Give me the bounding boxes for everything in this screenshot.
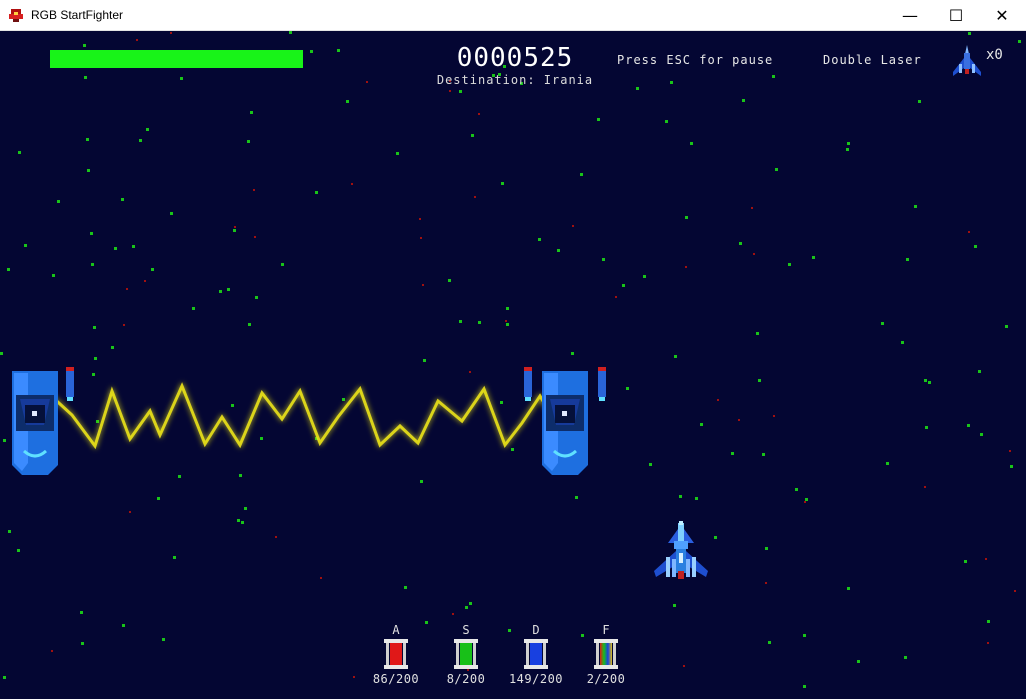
resource-value-s: 8/200 <box>446 672 486 686</box>
close-button[interactable]: ✕ <box>979 0 1025 31</box>
resource-key-s: S <box>462 623 470 637</box>
window-titlebar: RGB StartFighter — ☐ ✕ <box>0 0 1026 31</box>
resource-slot-f: F 2/200 <box>566 623 646 686</box>
resource-slot-d: D 149/200 <box>496 623 576 686</box>
blue-canister-icon <box>524 639 548 669</box>
resource-key-a: A <box>392 623 400 637</box>
resource-slot-s: S 8/200 <box>426 623 506 686</box>
resource-value-f: 2/200 <box>586 672 626 686</box>
enemy-turret-left <box>12 367 74 475</box>
maximize-button[interactable]: ☐ <box>933 0 979 31</box>
game-canvas[interactable]: 0000525 Destination: Irania Press ESC fo… <box>0 31 1026 699</box>
resource-key-d: D <box>532 623 540 637</box>
window-title: RGB StartFighter <box>31 8 124 22</box>
enemy-turret-right <box>524 367 606 475</box>
player-ship <box>654 521 708 579</box>
resource-value-d: 149/200 <box>508 672 564 686</box>
resource-value-a: 86/200 <box>372 672 420 686</box>
red-canister-icon <box>384 639 408 669</box>
minimize-button[interactable]: — <box>887 0 933 31</box>
resource-slot-a: A 86/200 <box>356 623 436 686</box>
laser-beam <box>46 382 554 450</box>
green-canister-icon <box>454 639 478 669</box>
rainbow-canister-icon <box>594 639 618 669</box>
app-icon <box>9 9 23 22</box>
resource-key-f: F <box>602 623 610 637</box>
